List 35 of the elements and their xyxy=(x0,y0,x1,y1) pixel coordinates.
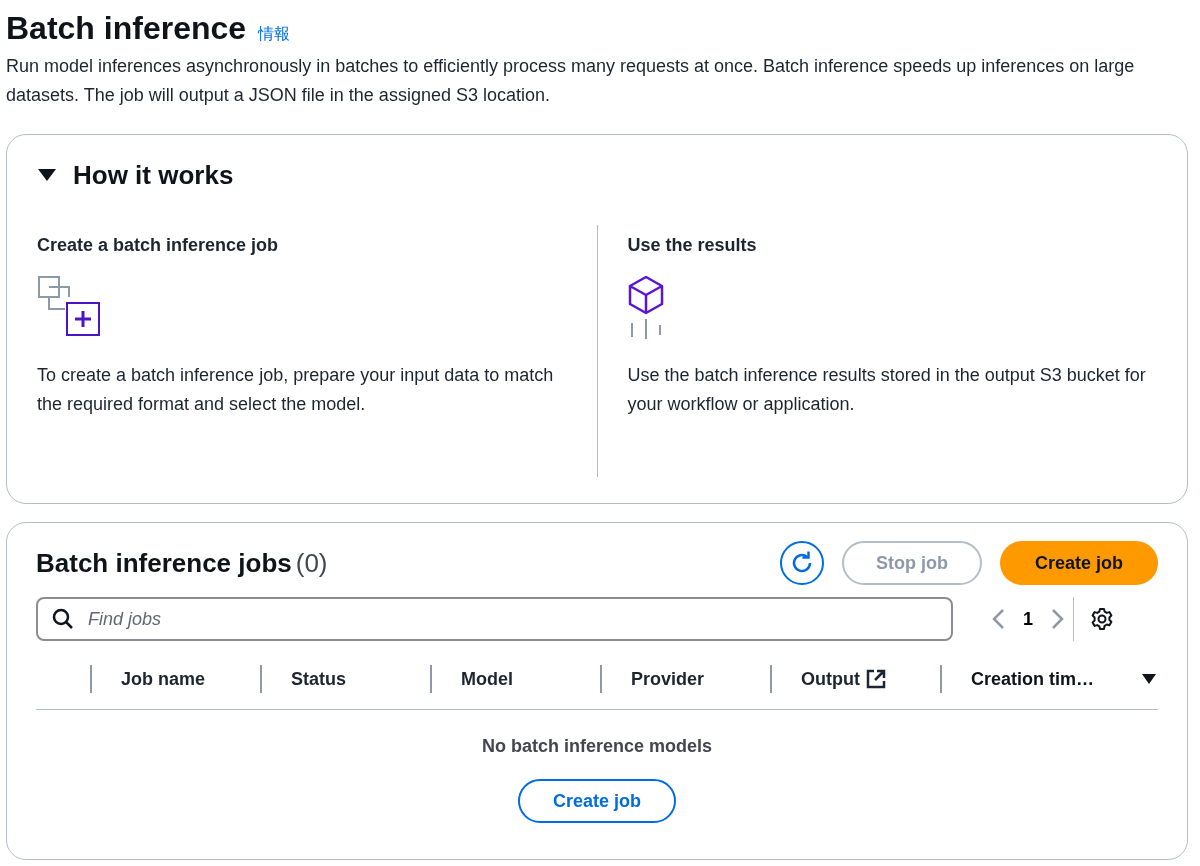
cube-icon xyxy=(627,275,664,341)
column-header: Status xyxy=(291,668,346,690)
external-link-icon xyxy=(866,669,886,689)
table-title: Batch inference jobs xyxy=(36,547,292,580)
column-header: Creation tim… xyxy=(971,668,1094,690)
caret-icon xyxy=(37,168,57,182)
step-title: Use the results xyxy=(627,234,758,257)
step-title: Create a batch inference job xyxy=(37,234,280,257)
column-header: Output xyxy=(801,668,860,690)
search-field[interactable]: Find jobs xyxy=(36,597,953,641)
settings-icon xyxy=(1090,607,1114,631)
empty-state-text: No batch inference models xyxy=(481,736,713,757)
settings-button[interactable] xyxy=(1090,607,1114,631)
refresh-button[interactable] xyxy=(780,541,824,585)
column-header: Job name xyxy=(121,668,206,690)
how-it-works-toggle[interactable]: How it works xyxy=(7,157,240,193)
copy-plus-icon xyxy=(37,275,101,339)
column-header: Provider xyxy=(631,668,705,690)
step-description: To create a batch inference job, prepare your input data to match the required format and select the model. xyxy=(37,364,555,416)
page-number[interactable]: 1 xyxy=(1023,608,1033,630)
sort-descending-icon xyxy=(1141,673,1157,685)
info-link[interactable]: 情報 xyxy=(258,24,291,45)
next-page-button[interactable] xyxy=(1051,608,1065,630)
create-job-button[interactable]: Create job xyxy=(1000,541,1158,585)
refresh-icon xyxy=(790,551,814,575)
previous-page-button[interactable] xyxy=(991,608,1005,630)
search-icon xyxy=(52,608,74,630)
chevron-right-icon xyxy=(1051,608,1065,630)
step-description: Use the batch inference results stored in the output S3 bucket for your workflow or application. xyxy=(627,364,1147,416)
page-title: Batch inference xyxy=(6,9,247,48)
chevron-left-icon xyxy=(991,608,1005,630)
create-job-button[interactable]: Create job xyxy=(518,779,676,823)
column-header: Model xyxy=(461,668,513,690)
page-description: Run model inferences asynchronously in batches to efficiently process many requests at once. Batch inference speeds up inferences on large datasets. The job will output a JSON file in the assigned S3 location. xyxy=(6,55,1136,107)
job-count: (0) xyxy=(295,547,328,580)
